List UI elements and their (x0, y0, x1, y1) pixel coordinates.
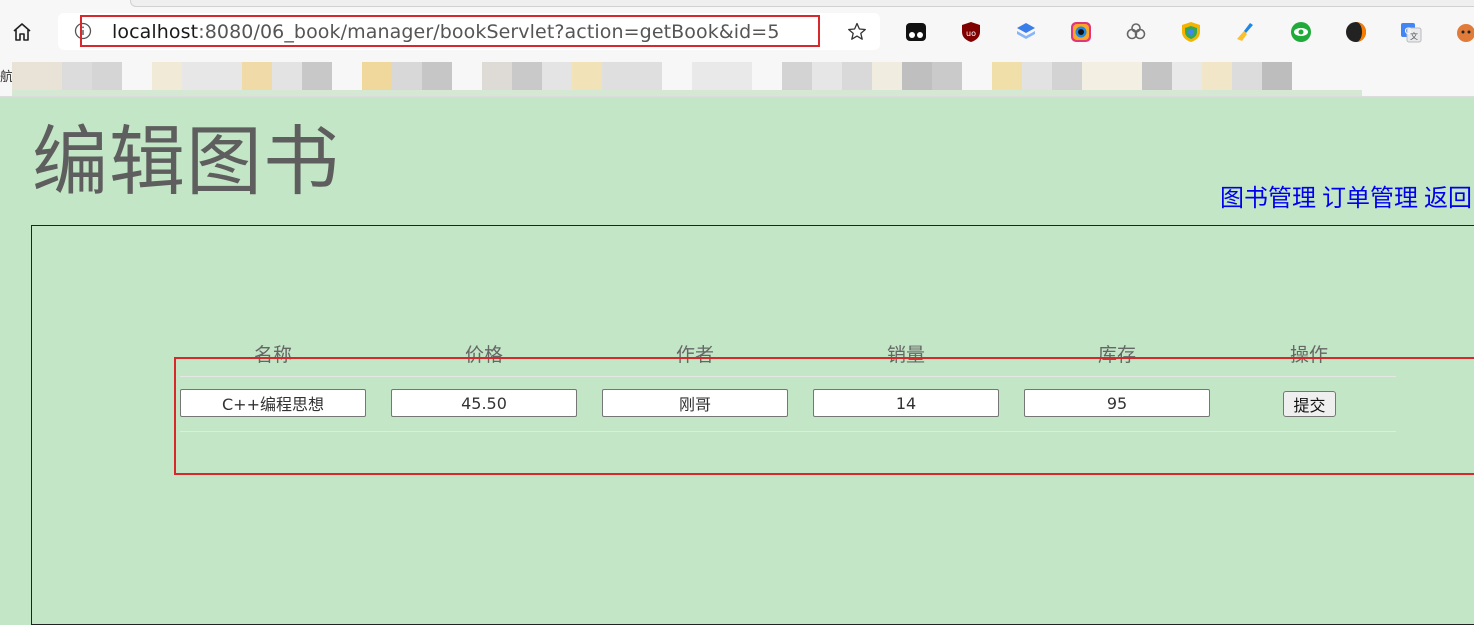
blurred-bookmark (242, 62, 272, 90)
blurred-bookmark (572, 62, 602, 90)
fox-extension-icon[interactable] (1454, 20, 1474, 44)
blurred-bookmark (362, 62, 392, 90)
blurred-bookmark (692, 62, 752, 90)
blurred-bookmark (1262, 62, 1292, 90)
home-icon[interactable] (10, 20, 34, 44)
link-extension-icon[interactable] (1124, 20, 1148, 44)
nav-book-manage-link[interactable]: 图书管理 (1220, 184, 1316, 212)
blurred-bookmark (62, 62, 92, 90)
blurred-bookmark (272, 62, 302, 90)
nav-back-link[interactable]: 返回 (1424, 184, 1472, 212)
blurred-bookmark (152, 62, 182, 90)
tab-strip (130, 0, 1474, 7)
svg-text:uo: uo (966, 29, 976, 38)
star-icon[interactable] (846, 21, 868, 43)
blurred-bookmark (872, 62, 902, 90)
blurred-bookmark (1082, 62, 1142, 90)
cube-extension-icon[interactable] (1014, 20, 1038, 44)
tampermonkey-icon[interactable] (904, 20, 928, 44)
address-bar[interactable]: localhost:8080/06_book/manager/bookServl… (58, 13, 880, 50)
blurred-bookmark (1142, 62, 1172, 90)
blurred-bookmark (932, 62, 962, 90)
blurred-bookmark-strip (12, 90, 1362, 96)
half-moon-extension-icon[interactable] (1344, 20, 1368, 44)
blurred-bookmark (842, 62, 872, 90)
blurred-bookmark (542, 62, 572, 90)
blurred-bookmark (1172, 62, 1202, 90)
blurred-bookmark (12, 62, 62, 90)
blurred-bookmark (92, 62, 122, 90)
blurred-bookmark (1022, 62, 1052, 90)
url-path: :8080/06_book/manager/bookServlet?action… (198, 21, 780, 43)
row-highlight-box (174, 357, 1474, 475)
blurred-bookmark (482, 62, 512, 90)
blurred-bookmark (1202, 62, 1232, 90)
svg-text:文: 文 (1410, 31, 1418, 41)
blurred-bookmark (602, 62, 662, 90)
top-nav: 图书管理 订单管理 返回 (1220, 178, 1474, 213)
nav-order-manage-link[interactable]: 订单管理 (1322, 184, 1418, 212)
broom-extension-icon[interactable] (1234, 20, 1258, 44)
url-host: localhost (112, 21, 199, 43)
blurred-bookmark (1232, 62, 1262, 90)
ublock-icon[interactable]: uo (959, 20, 983, 44)
browser-toolbar: localhost:8080/06_book/manager/bookServl… (0, 0, 1474, 62)
colorzilla-icon[interactable] (1069, 20, 1093, 44)
eye-extension-icon[interactable] (1289, 20, 1313, 44)
blurred-bookmark (182, 62, 242, 90)
blurred-bookmark (1052, 62, 1082, 90)
blurred-bookmark (782, 62, 812, 90)
blurred-bookmark (812, 62, 842, 90)
blurred-bookmark (302, 62, 332, 90)
blurred-bookmark (422, 62, 452, 90)
shield-extension-icon[interactable] (1179, 20, 1203, 44)
url-text[interactable]: localhost:8080/06_book/manager/bookServl… (112, 21, 780, 43)
blurred-bookmark (512, 62, 542, 90)
blurred-bookmark (392, 62, 422, 90)
blurred-bookmark (992, 62, 1022, 90)
bookmarks-bar: 航 (0, 62, 1474, 97)
page-title: 编辑图书 (32, 117, 340, 206)
blurred-bookmark (902, 62, 932, 90)
translate-icon[interactable]: G文 (1399, 20, 1423, 44)
